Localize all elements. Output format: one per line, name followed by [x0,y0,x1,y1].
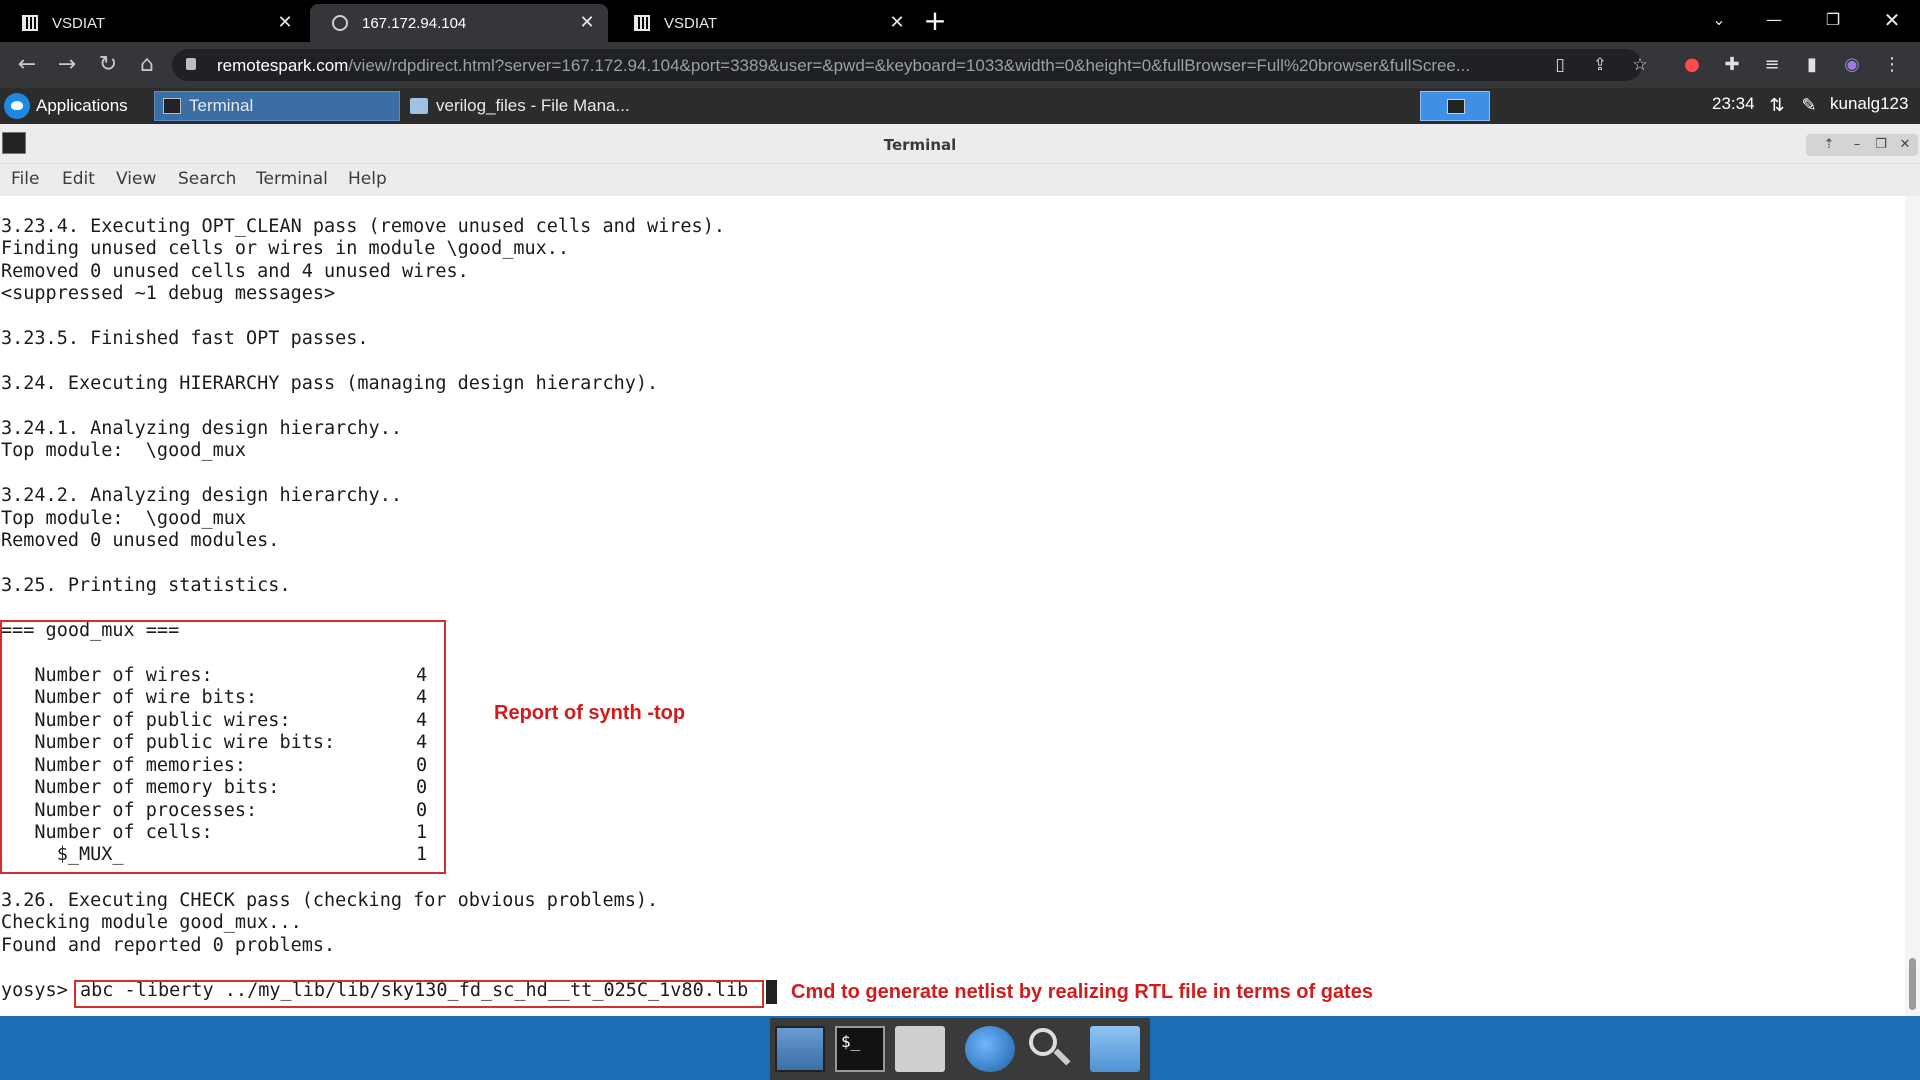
terminal-scrollbar[interactable] [1905,196,1920,1016]
close-window-icon[interactable]: ✕ [1872,4,1912,36]
home-folder-icon[interactable] [895,1026,945,1072]
terminal-line: 3.24.1. Analyzing design hierarchy.. [1,418,402,439]
statistics-highlight-box [0,620,446,874]
new-tab-button[interactable]: + [922,7,948,35]
extensions-puzzle-icon[interactable]: ✚ [1720,53,1744,77]
applications-menu-button[interactable]: Applications [4,92,128,120]
task-label: verilog_files - File Mana... [436,96,630,115]
menu-help[interactable]: Help [348,169,387,189]
terminal-output[interactable]: 3.23.4. Executing OPT_CLEAN pass (remove… [0,196,1905,1016]
browser-tab-remote[interactable]: 167.172.94.104 ✕ [310,4,608,42]
shade-icon[interactable]: ⇡ [1818,135,1840,155]
terminal-line: 3.24.2. Analyzing design hierarchy.. [1,485,402,506]
menu-view[interactable]: View [116,169,156,189]
close-tab-icon[interactable]: ✕ [578,13,596,31]
shell-prompt: yosys> [1,980,68,1001]
terminal-line: 3.25. Printing statistics. [1,575,291,596]
user-menu[interactable]: kunalg123 [1830,94,1908,114]
reload-icon[interactable]: ↻ [95,52,121,78]
search-icon[interactable] [1025,1026,1075,1072]
network-icon[interactable]: ⇅ [1766,95,1788,117]
minimize-icon[interactable]: – [1846,135,1868,155]
workspace-switcher[interactable] [1420,91,1490,121]
report-annotation: Report of synth -top [494,702,686,724]
terminal-icon [163,98,181,114]
window-titlebar[interactable]: Terminal ⇡ – ❐ ✕ [0,124,1920,164]
browser-tab-bar: VSDIAT ✕ 167.172.94.104 ✕ VSDIAT ✕ + ⌄ —… [0,0,1920,42]
bookmark-star-icon[interactable]: ☆ [1630,55,1650,75]
scrollbar-thumb[interactable] [1909,958,1916,1010]
browser-toolbar: ← → ↻ ⌂ remotespark.com/view/rdpdirect.h… [0,42,1920,88]
media-control-icon[interactable]: ≡ [1760,53,1784,77]
folder-icon [410,98,428,114]
url-text[interactable]: remotespark.com/view/rdpdirect.html?serv… [217,56,1507,76]
xfce-logo-icon [4,93,30,119]
browser-tab-vsdiat-2[interactable]: VSDIAT ✕ [612,4,918,42]
terminal-line: Top module: \good_mux [1,440,247,461]
folder-icon[interactable] [1090,1026,1140,1072]
menu-file[interactable]: File [11,169,39,189]
window-title: Terminal [883,136,957,154]
back-arrow-icon[interactable]: ← [14,52,40,78]
text-cursor [766,980,777,1004]
close-tab-icon[interactable]: ✕ [888,13,906,31]
tab-search-icon[interactable]: ⌄ [1699,4,1739,36]
terminal-line: Finding unused cells or wires in module … [1,238,570,259]
terminal-line: <suppressed ~1 debug messages> [1,283,336,304]
share-icon[interactable]: ⇪ [1590,55,1610,75]
notes-icon[interactable]: ✎ [1798,95,1820,117]
maximize-icon[interactable]: ❐ [1870,135,1892,155]
command-annotation: Cmd to generate netlist by realizing RTL… [791,981,1373,1003]
magnifier-handle [1053,1048,1071,1066]
tab-label: VSDIAT [52,14,106,32]
more-menu-icon[interactable]: ⋮ [1880,53,1904,77]
forward-arrow-icon[interactable]: → [54,52,80,78]
terminal-line: 3.23.5. Finished fast OPT passes. [1,328,369,349]
globe-icon [332,15,348,31]
close-tab-icon[interactable]: ✕ [276,13,294,31]
tab-label: 167.172.94.104 [362,14,467,32]
profile-avatar-icon[interactable]: ◉ [1840,53,1864,77]
terminal-launcher-icon[interactable]: $_ [835,1026,885,1072]
taskbar-item-terminal[interactable]: Terminal [154,91,400,121]
close-icon[interactable]: ✕ [1894,135,1916,155]
terminal-line: 3.24. Executing HIERARCHY pass (managing… [1,373,659,394]
tab-label: VSDIAT [664,14,718,32]
terminal-line: Found and reported 0 problems. [1,935,336,956]
terminal-line: Checking module good_mux... [1,912,302,933]
browser-tab-vsdiat-1[interactable]: VSDIAT ✕ [0,4,306,42]
url-path: /view/rdpdirect.html?server=167.172.94.1… [348,56,1471,75]
terminal-line: Removed 0 unused modules. [1,530,280,551]
clock[interactable]: 23:34 [1712,94,1755,114]
address-bar[interactable]: remotespark.com/view/rdpdirect.html?serv… [172,49,1648,81]
menu-terminal[interactable]: Terminal [256,169,328,189]
minimize-icon[interactable]: — [1754,4,1794,36]
lock-icon [186,58,196,70]
command-highlight-box [74,980,764,1008]
side-panel-icon[interactable]: ▮ [1800,53,1824,77]
url-host: remotespark.com [217,56,349,75]
terminal-line: 3.26. Executing CHECK pass (checking for… [1,890,659,911]
chip-icon [634,15,650,31]
home-icon[interactable]: ⌂ [134,52,160,78]
terminal-line: Removed 0 unused cells and 4 unused wire… [1,261,469,282]
show-desktop-icon[interactable] [775,1026,825,1072]
clipboard-icon[interactable]: ▯ [1550,55,1570,75]
terminal-line: 3.23.4. Executing OPT_CLEAN pass (remove… [1,216,725,237]
applications-label: Applications [36,96,128,115]
window-buttons: ⇡ – ❐ ✕ [1806,134,1918,156]
menu-bar: File Edit View Search Terminal Help [0,164,1920,196]
chip-icon [22,15,38,31]
terminal-icon [1447,99,1465,114]
dock: $_ [770,1018,1150,1080]
taskbar-item-file-manager[interactable]: verilog_files - File Mana... [402,91,648,121]
desktop-panel: Applications Terminal verilog_files - Fi… [0,88,1920,124]
menu-search[interactable]: Search [178,169,236,189]
adblock-extension-icon[interactable]: ● [1680,53,1704,77]
terminal-line: Top module: \good_mux [1,508,247,529]
web-browser-icon[interactable] [965,1026,1015,1072]
restore-icon[interactable]: ❐ [1813,4,1853,36]
menu-edit[interactable]: Edit [62,169,95,189]
task-label: Terminal [189,96,254,115]
